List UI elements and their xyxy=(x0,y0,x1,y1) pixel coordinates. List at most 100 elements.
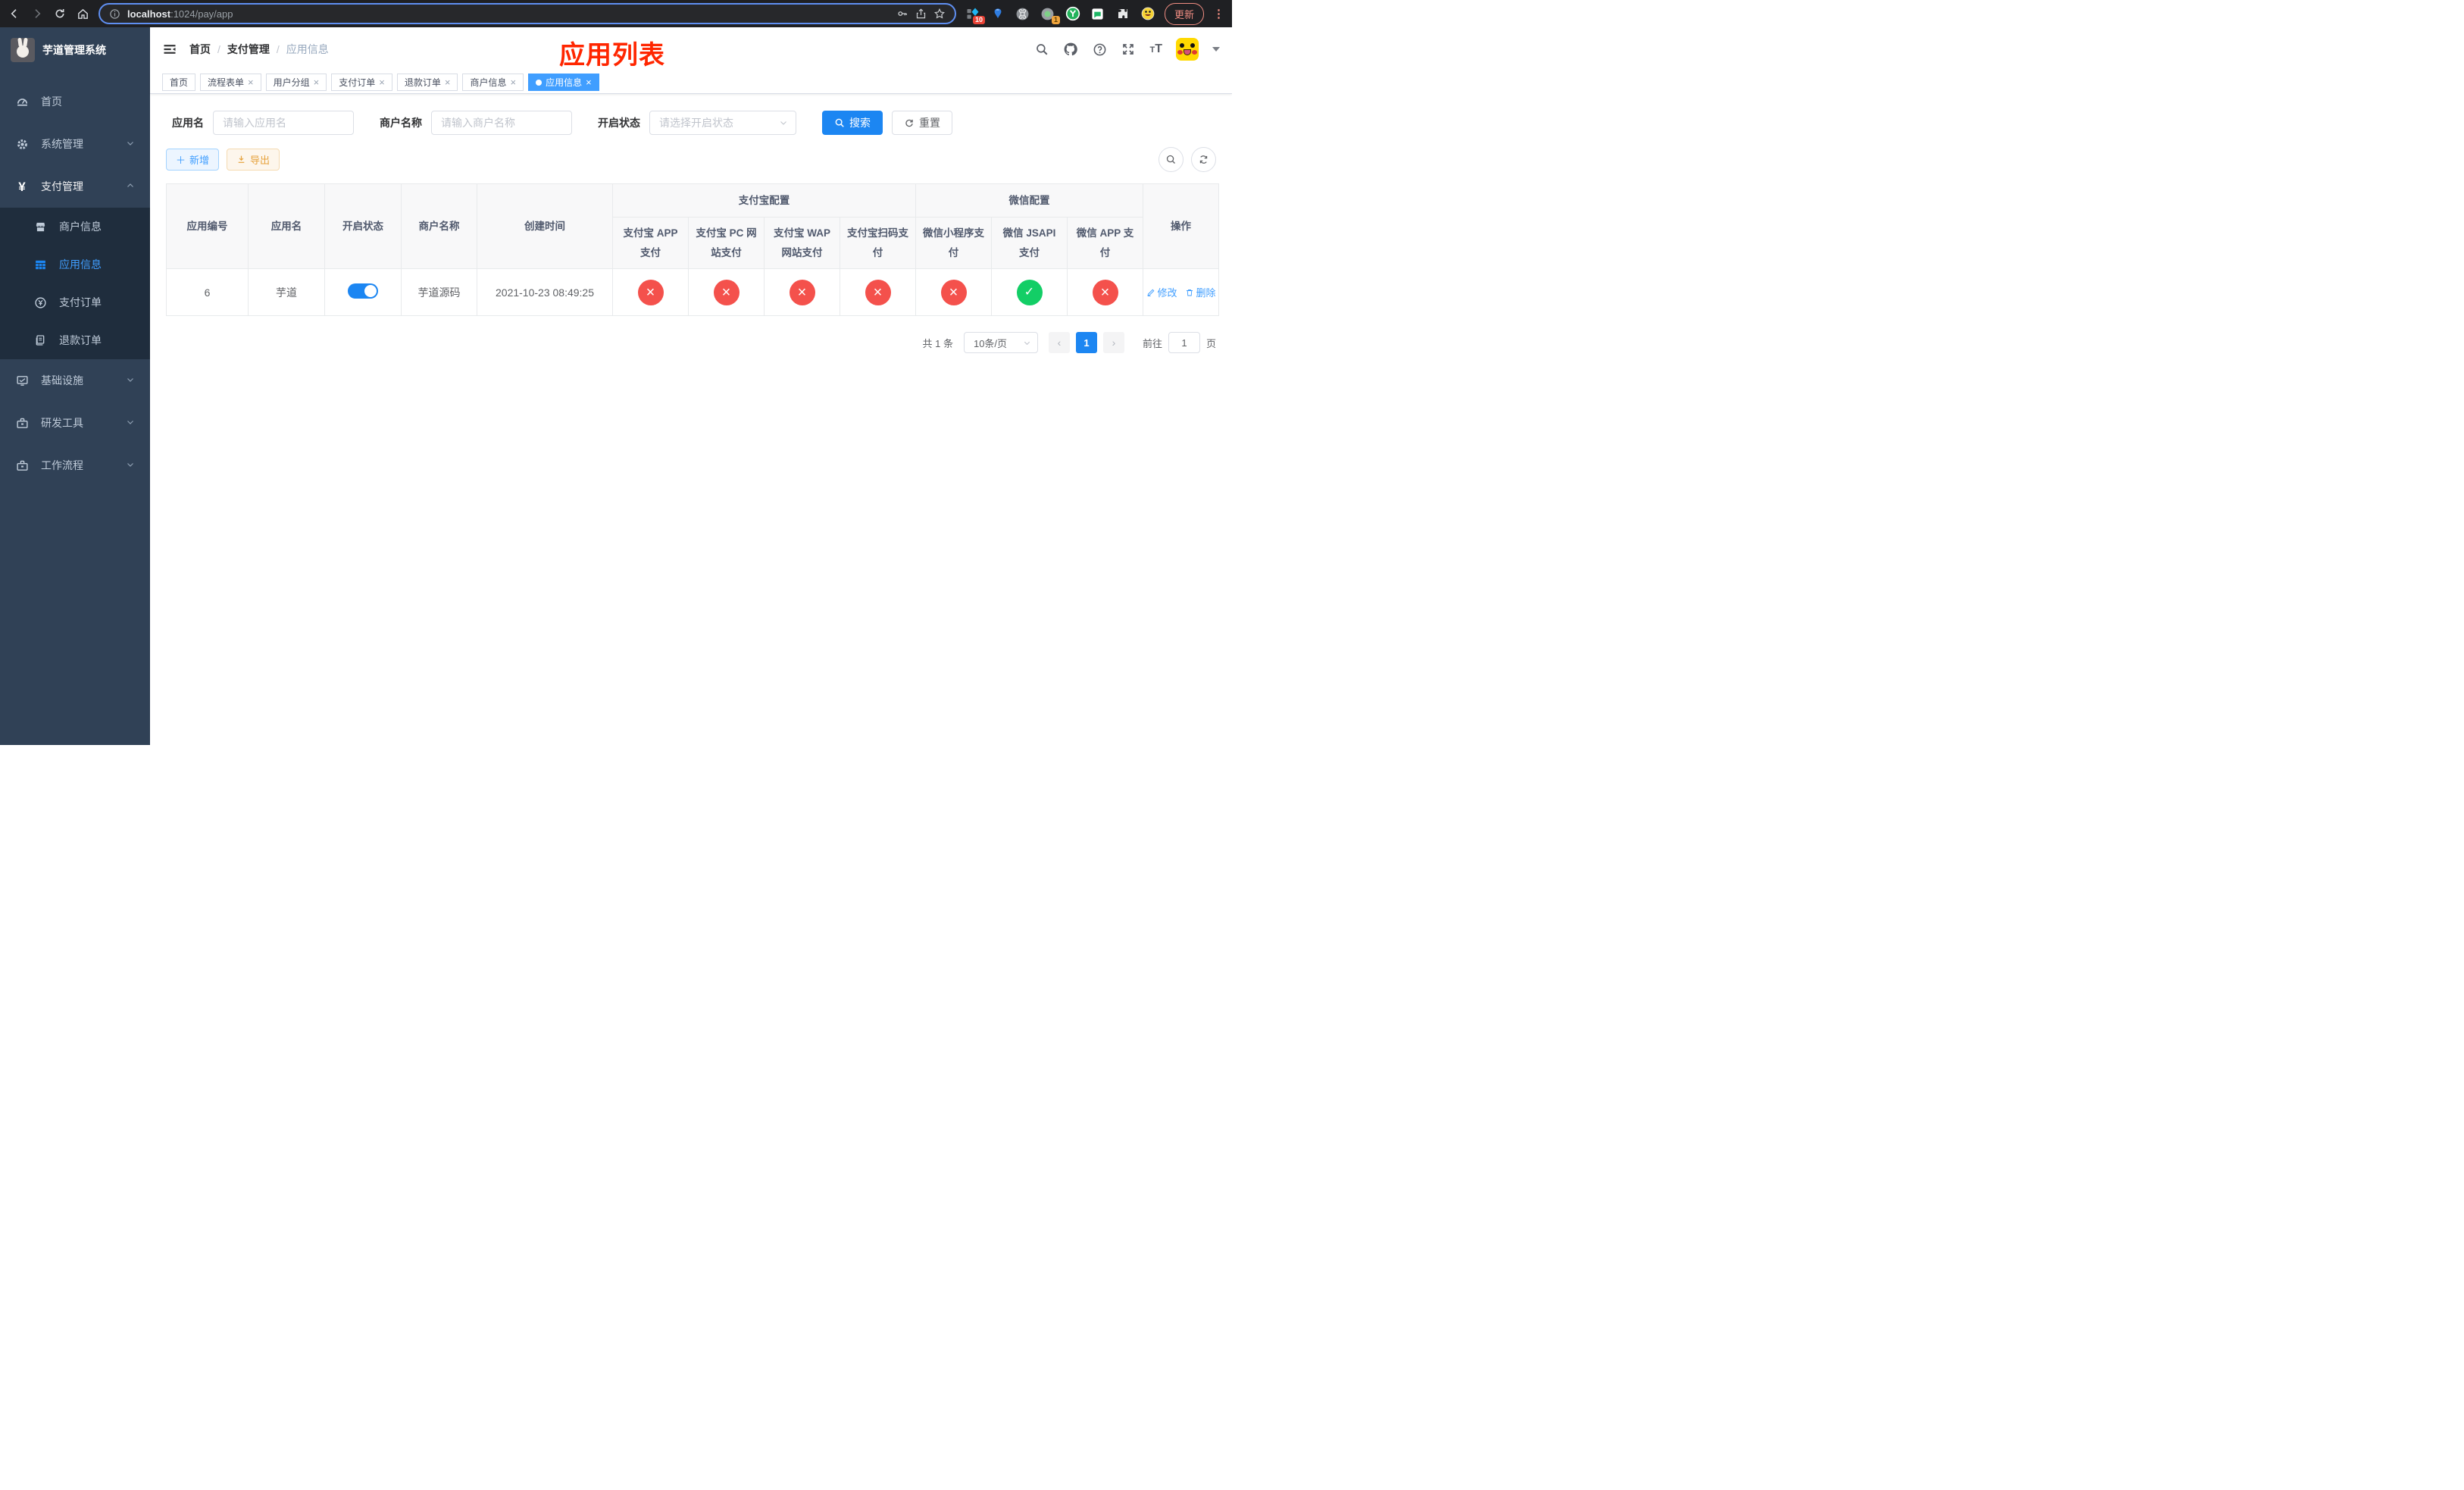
page-size-select[interactable]: 10条/页 xyxy=(963,332,1038,354)
tag-app-info-active[interactable]: 应用信息 × xyxy=(528,74,599,91)
close-icon[interactable]: × xyxy=(586,77,592,87)
sidebar-item-dev-tools[interactable]: 研发工具 xyxy=(0,402,150,444)
wechat-mini-status-icon xyxy=(940,279,967,305)
cell-merchant-name: 芋道源码 xyxy=(401,268,477,317)
avatar-caret-icon[interactable] xyxy=(1212,47,1220,52)
sidebar-collapse-icon[interactable] xyxy=(162,42,177,57)
reset-button[interactable]: 重置 xyxy=(892,111,952,135)
sidebar-item-infra[interactable]: 基础设施 xyxy=(0,359,150,402)
close-icon[interactable]: × xyxy=(248,77,254,87)
close-icon[interactable]: × xyxy=(379,77,385,87)
search-icon[interactable] xyxy=(1034,42,1049,57)
sidebar-item-label: 退款订单 xyxy=(59,334,102,346)
extension-command-icon[interactable] xyxy=(1015,6,1030,21)
app-name-input[interactable] xyxy=(213,111,354,135)
current-page-button[interactable]: 1 xyxy=(1075,332,1097,354)
col-header-app-name: 应用名 xyxy=(248,183,325,270)
yen-icon: ¥ xyxy=(18,179,26,194)
tag-merchant-info[interactable]: 商户信息 × xyxy=(462,74,524,91)
page-annotation-title: 应用列表 xyxy=(559,41,665,70)
sidebar-item-label: 支付订单 xyxy=(59,296,102,308)
prev-page-button[interactable]: ‹ xyxy=(1048,332,1070,354)
password-key-icon[interactable] xyxy=(896,8,908,20)
breadcrumb-separator: / xyxy=(217,43,220,55)
tag-home[interactable]: 首页 xyxy=(162,74,196,91)
search-button[interactable]: 搜索 xyxy=(822,111,883,135)
sidebar-item-home[interactable]: 首页 xyxy=(0,80,150,123)
github-icon[interactable] xyxy=(1063,42,1078,57)
col-header-app-id: 应用编号 xyxy=(166,183,249,270)
browser-update-button[interactable]: 更新 xyxy=(1164,2,1204,25)
home-icon[interactable] xyxy=(76,7,89,20)
cell-app-name: 芋道 xyxy=(248,268,325,317)
edit-link[interactable]: 修改 xyxy=(1146,285,1177,299)
share-icon[interactable] xyxy=(915,8,927,20)
sidebar-item-pay[interactable]: ¥ 支付管理 xyxy=(0,165,150,208)
chevron-down-icon xyxy=(126,138,135,150)
close-icon[interactable]: × xyxy=(314,77,320,87)
profile-emoji-icon[interactable] xyxy=(1140,6,1155,21)
delete-link[interactable]: 删除 xyxy=(1185,285,1216,299)
sidebar-item-system[interactable]: 系统管理 xyxy=(0,123,150,165)
tag-label: 首页 xyxy=(170,77,189,88)
active-tag-dot xyxy=(536,79,543,86)
sidebar-item-refund-order[interactable]: 退款订单 xyxy=(0,321,150,359)
breadcrumb-home[interactable]: 首页 xyxy=(189,42,211,57)
goto-page-input[interactable] xyxy=(1168,332,1200,354)
show-search-toggle-button[interactable] xyxy=(1159,147,1184,172)
sidebar-logo[interactable]: 芋道管理系统 xyxy=(0,27,150,73)
address-bar[interactable]: localhost:1024/pay/app xyxy=(98,3,956,24)
sidebar-item-merchant-info[interactable]: 商户信息 xyxy=(0,208,150,246)
sidebar-item-label: 应用信息 xyxy=(59,258,102,271)
reload-icon[interactable] xyxy=(53,7,67,20)
status-select-placeholder: 请选择开启状态 xyxy=(659,117,733,129)
dashboard-icon xyxy=(15,95,29,108)
close-icon[interactable]: × xyxy=(445,77,451,87)
tag-process-form[interactable]: 流程表单 × xyxy=(200,74,261,91)
extensions-puzzle-icon[interactable] xyxy=(1115,6,1130,21)
grid-icon xyxy=(33,258,47,271)
url-text[interactable]: localhost:1024/pay/app xyxy=(127,8,233,20)
next-page-button[interactable]: › xyxy=(1102,332,1124,354)
screen: localhost:1024/pay/app 10 1 更新 ⋮ 芋道管理系统 … xyxy=(0,0,1232,745)
wechat-app-status-icon xyxy=(1092,279,1118,305)
export-button[interactable]: 导出 xyxy=(227,149,280,171)
fullscreen-icon[interactable] xyxy=(1121,42,1136,57)
col-header-alipay-qr: 支付宝扫码支付 xyxy=(840,216,916,270)
add-button[interactable]: ＋ 新增 xyxy=(166,149,220,171)
refresh-table-button[interactable] xyxy=(1191,147,1216,172)
col-header-wechat-jsapi: 微信 JSAPI 支付 xyxy=(991,216,1068,270)
extension-yudao-icon[interactable] xyxy=(1065,6,1080,21)
filter-form: 应用名 商户名称 开启状态 请选择开启状态 搜索 xyxy=(172,111,1216,135)
chevron-down-icon xyxy=(126,459,135,471)
merchant-name-input[interactable] xyxy=(431,111,572,135)
close-icon[interactable]: × xyxy=(510,77,516,87)
font-size-icon[interactable]: TT xyxy=(1149,42,1162,56)
tag-refund-order[interactable]: 退款订单 × xyxy=(396,74,458,91)
bookmark-star-icon[interactable] xyxy=(933,8,946,20)
sidebar-item-workflow[interactable]: 工作流程 xyxy=(0,444,150,487)
tag-user-group[interactable]: 用户分组 × xyxy=(265,74,327,91)
extension-balloon-icon[interactable] xyxy=(990,6,1005,21)
breadcrumb-pay[interactable]: 支付管理 xyxy=(227,42,270,57)
status-toggle[interactable] xyxy=(348,283,378,299)
forward-icon[interactable] xyxy=(30,7,44,20)
col-header-created: 创建时间 xyxy=(477,183,613,270)
extension-camera-icon[interactable]: 1 xyxy=(1040,6,1060,24)
total-count: 共 1 条 xyxy=(922,337,953,349)
extension-chat-icon[interactable] xyxy=(1090,6,1105,21)
page-info-icon[interactable] xyxy=(109,8,120,20)
help-icon[interactable] xyxy=(1092,42,1107,57)
sidebar-item-pay-order[interactable]: 支付订单 xyxy=(0,283,150,321)
alipay-wap-status-icon xyxy=(789,279,815,305)
sidebar-item-app-info[interactable]: 应用信息 xyxy=(0,246,150,283)
tag-pay-order[interactable]: 支付订单 × xyxy=(331,74,392,91)
browser-menu-icon[interactable]: ⋮ xyxy=(1213,7,1224,20)
extension-diamond-icon[interactable]: 10 xyxy=(965,6,985,24)
back-icon[interactable] xyxy=(8,7,21,20)
user-avatar[interactable] xyxy=(1176,38,1199,61)
edit-link-label: 修改 xyxy=(1157,287,1177,299)
table-toolbar: ＋ 新增 导出 xyxy=(166,147,1216,172)
status-select[interactable]: 请选择开启状态 xyxy=(649,111,796,135)
tag-label: 应用信息 xyxy=(546,77,583,88)
